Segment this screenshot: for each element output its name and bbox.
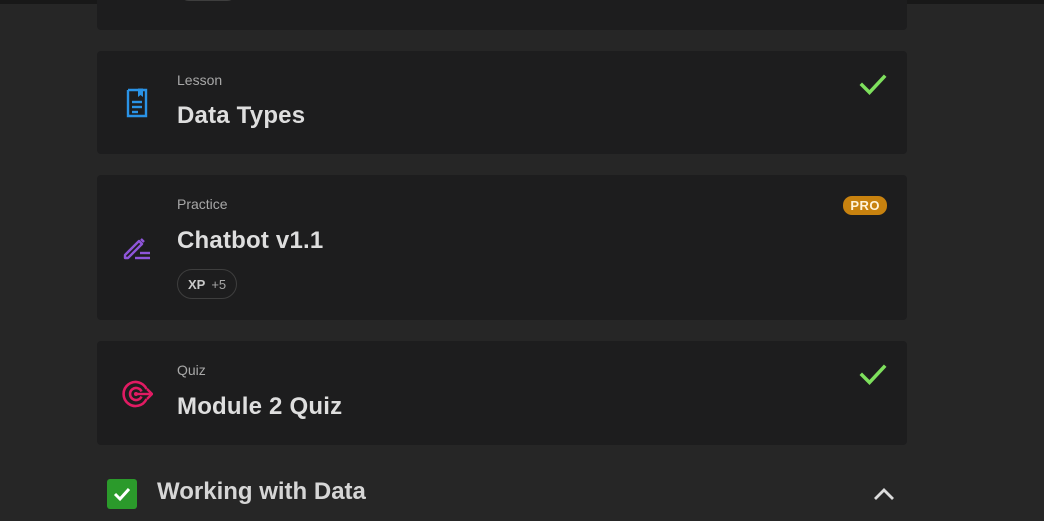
section-completed-checkbox bbox=[107, 479, 137, 509]
section-header[interactable]: Working with Data bbox=[97, 472, 907, 517]
practice-card[interactable]: Practice Chatbot v1.1 XP +5 PRO bbox=[97, 175, 907, 320]
quiz-card[interactable]: Quiz Module 2 Quiz bbox=[97, 341, 907, 445]
completed-check-icon bbox=[859, 74, 887, 96]
xp-value: +5 bbox=[211, 276, 227, 292]
card-kind-label: Lesson bbox=[177, 72, 223, 88]
card-title: Data Types bbox=[177, 102, 306, 129]
previous-card[interactable] bbox=[97, 0, 907, 30]
lesson-card[interactable]: Lesson Data Types bbox=[97, 51, 907, 154]
pro-badge: PRO bbox=[843, 196, 887, 215]
xp-reward-pill: XP +5 bbox=[177, 269, 238, 299]
section-title: Working with Data bbox=[157, 478, 366, 505]
card-title: Module 2 Quiz bbox=[177, 393, 343, 420]
pencil-edit-icon bbox=[123, 238, 150, 260]
xp-label: XP bbox=[188, 276, 206, 292]
checkmark-icon bbox=[113, 487, 131, 502]
card-kind-label: Quiz bbox=[177, 362, 206, 378]
lesson-document-icon bbox=[126, 88, 148, 118]
target-icon bbox=[122, 380, 153, 408]
completed-check-icon bbox=[859, 364, 887, 386]
chevron-up-icon[interactable] bbox=[871, 482, 897, 506]
card-title: Chatbot v1.1 bbox=[177, 227, 324, 254]
previous-card-pill bbox=[179, 0, 237, 1]
card-kind-label: Practice bbox=[177, 196, 228, 212]
